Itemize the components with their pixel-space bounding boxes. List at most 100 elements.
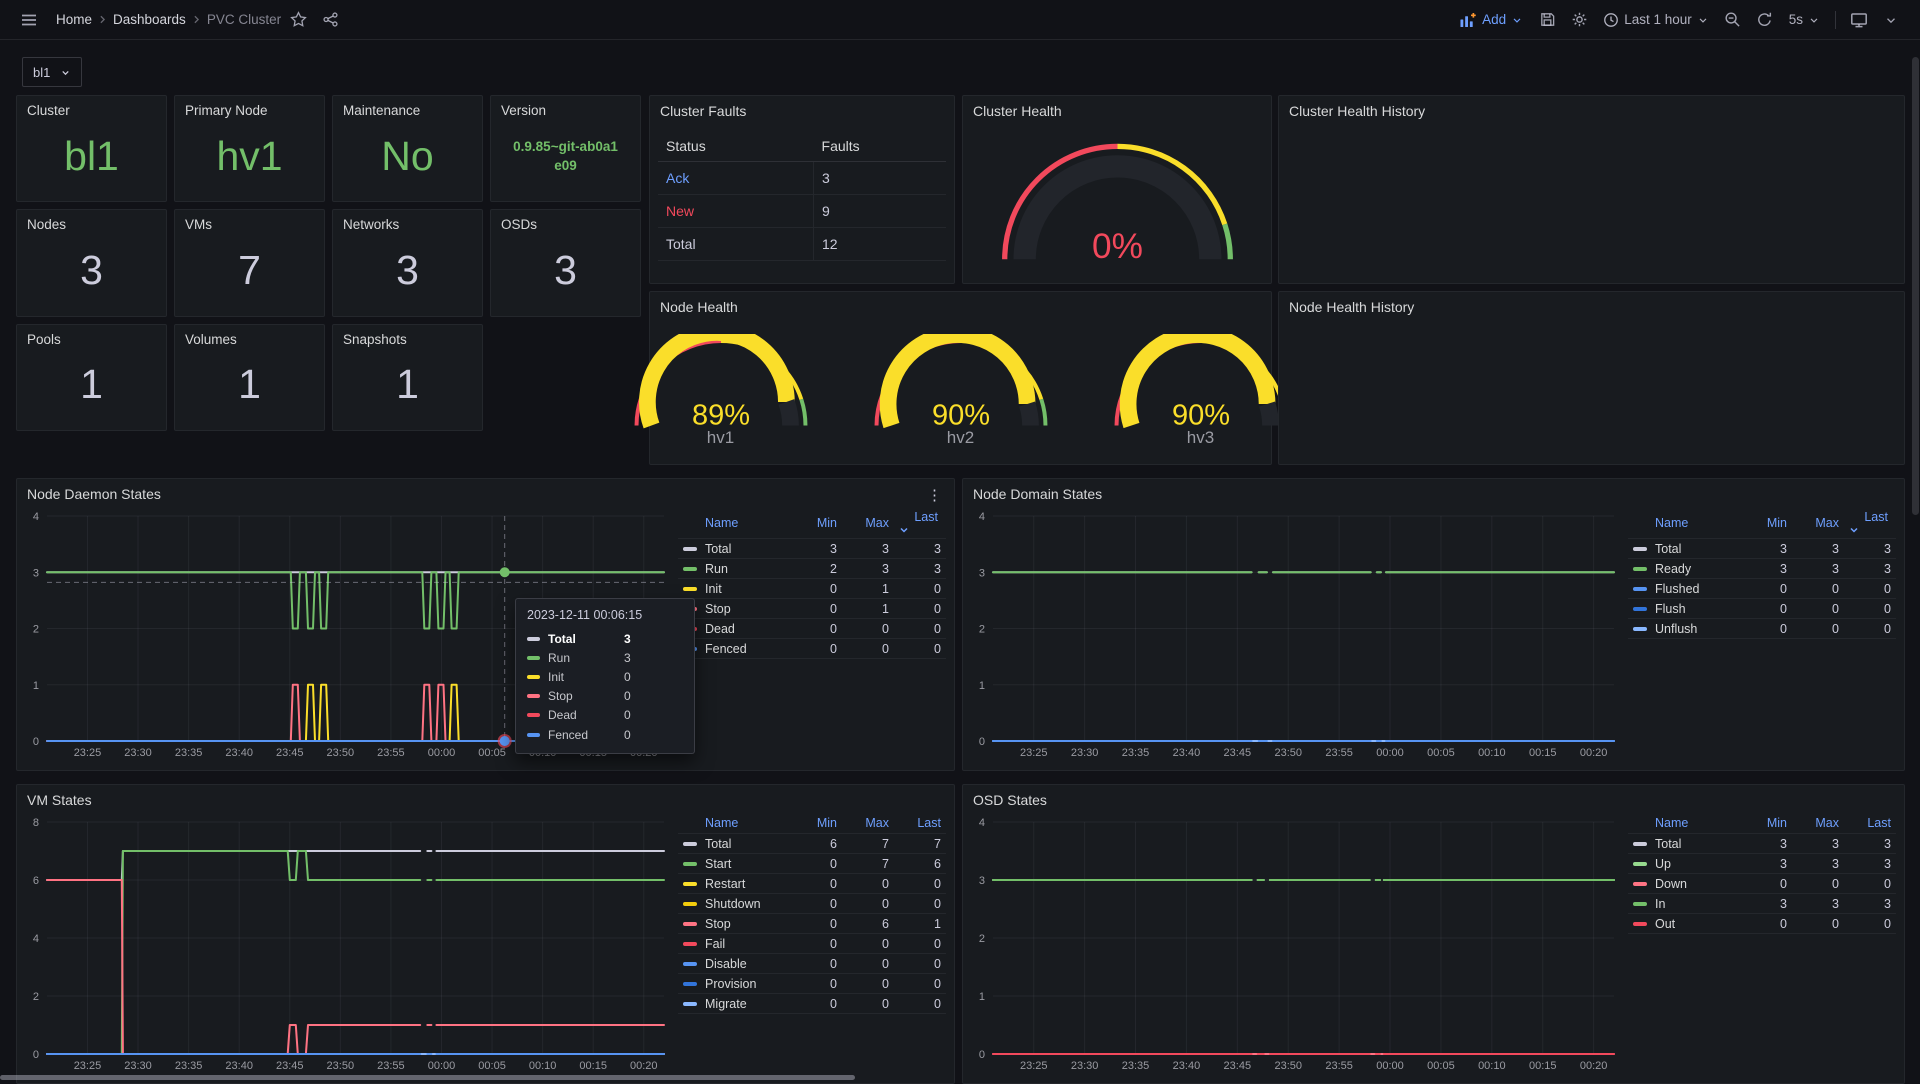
panel-menu-kebab-icon[interactable]: ⋮ — [923, 484, 946, 506]
zoom-out-time-button[interactable] — [1718, 5, 1748, 35]
favorite-star-button[interactable] — [283, 5, 313, 35]
legend-max-value: 0 — [842, 619, 894, 639]
legend-col-min[interactable]: Min — [790, 814, 842, 834]
legend-last-value: 0 — [1844, 914, 1896, 934]
legend-col-min[interactable]: Min — [1740, 814, 1792, 834]
legend-series-name[interactable]: Stop — [678, 914, 790, 934]
legend-col-name[interactable]: Name — [678, 508, 790, 539]
legend-row-restart: Restart000 — [678, 874, 946, 894]
stat-title: Version — [501, 103, 630, 118]
legend-series-name[interactable]: Total — [678, 834, 790, 854]
svg-text:1: 1 — [33, 680, 39, 692]
vertical-scrollbar-thumb[interactable] — [1912, 57, 1919, 515]
stat-value: 1 — [27, 347, 156, 423]
svg-text:23:30: 23:30 — [124, 747, 152, 759]
legend-series-name[interactable]: Start — [678, 854, 790, 874]
chevron-right-icon — [190, 13, 203, 26]
legend-col-last[interactable]: Last — [894, 508, 946, 539]
stat-value: hv1 — [185, 118, 314, 194]
legend-series-name[interactable]: Fail — [678, 934, 790, 954]
sort-chevron-icon — [1849, 525, 1891, 535]
series-color-swatch — [527, 713, 540, 717]
refresh-interval-picker[interactable]: 5s — [1782, 8, 1827, 31]
legend-series-name[interactable]: Shutdown — [678, 894, 790, 914]
legend-col-min[interactable]: Min — [1740, 508, 1792, 539]
legend-series-name[interactable]: Ready — [1628, 559, 1740, 579]
legend-series-name[interactable]: Migrate — [678, 994, 790, 1014]
legend-col-max[interactable]: Max — [842, 508, 894, 539]
breadcrumb-dashboards[interactable]: Dashboards — [113, 12, 186, 27]
legend-row-fail: Fail000 — [678, 934, 946, 954]
legend-series-name[interactable]: Total — [1628, 539, 1740, 559]
legend-col-last[interactable]: Last — [1844, 814, 1896, 834]
breadcrumb-home[interactable]: Home — [56, 12, 92, 27]
menu-toggle-button[interactable] — [14, 5, 44, 35]
legend-last-value: 0 — [1844, 874, 1896, 894]
svg-text:6: 6 — [33, 875, 39, 887]
legend-col-last[interactable]: Last — [1844, 508, 1896, 539]
legend-min-value: 3 — [1740, 539, 1792, 559]
svg-text:23:45: 23:45 — [276, 747, 304, 759]
legend-series-name[interactable]: Total — [678, 539, 790, 559]
faults-col-status: Status — [658, 131, 814, 162]
legend-col-name[interactable]: Name — [1628, 508, 1740, 539]
legend-series-name[interactable]: Flush — [1628, 599, 1740, 619]
legend-min-value: 0 — [790, 579, 842, 599]
legend-col-last[interactable]: Last — [894, 814, 946, 834]
dashboard-settings-button[interactable] — [1564, 5, 1594, 35]
series-color-swatch — [683, 842, 697, 846]
time-range-picker[interactable]: Last 1 hour — [1596, 8, 1716, 32]
osd-states-chart[interactable]: 0123423:2523:3023:3523:4023:4523:5023:55… — [967, 812, 1620, 1076]
stat-title: Pools — [27, 332, 156, 347]
legend-series-name[interactable]: Up — [1628, 854, 1740, 874]
save-dashboard-button[interactable] — [1532, 5, 1562, 35]
tv-mode-button[interactable] — [1844, 5, 1874, 35]
stat-title: Nodes — [27, 217, 156, 232]
legend-series-name[interactable]: Run — [678, 559, 790, 579]
legend-series-name[interactable]: Provision — [678, 974, 790, 994]
panel-title: VM States — [17, 785, 954, 812]
variable-dropdown[interactable]: bl1 — [22, 57, 82, 87]
stat-panel-version: Version0.9.85~git-ab0a1e09 — [490, 95, 641, 202]
legend-series-name[interactable]: Out — [1628, 914, 1740, 934]
series-color-swatch — [683, 587, 697, 591]
horizontal-scrollbar-thumb[interactable] — [0, 1075, 855, 1080]
legend-series-name[interactable]: Init — [678, 579, 790, 599]
legend-max-value: 1 — [842, 599, 894, 619]
add-panel-button[interactable]: Add — [1452, 8, 1530, 32]
svg-text:23:40: 23:40 — [225, 747, 253, 759]
legend-col-min[interactable]: Min — [790, 508, 842, 539]
legend-row-flush: Flush000 — [1628, 599, 1896, 619]
share-icon — [322, 11, 339, 28]
svg-text:00:05: 00:05 — [478, 747, 506, 759]
legend-series-name[interactable]: Total — [1628, 834, 1740, 854]
legend-col-max[interactable]: Max — [1792, 508, 1844, 539]
legend-series-name[interactable]: Down — [1628, 874, 1740, 894]
legend-min-value: 0 — [790, 934, 842, 954]
legend-series-name[interactable]: Flushed — [1628, 579, 1740, 599]
legend-series-name[interactable]: Restart — [678, 874, 790, 894]
legend-col-name[interactable]: Name — [678, 814, 790, 834]
legend-col-max[interactable]: Max — [1792, 814, 1844, 834]
navbar-more-button[interactable] — [1876, 5, 1906, 35]
svg-text:0%: 0% — [1092, 227, 1143, 266]
stat-panel-cluster: Clusterbl1 — [16, 95, 167, 202]
legend-col-name[interactable]: Name — [1628, 814, 1740, 834]
legend-col-max[interactable]: Max — [842, 814, 894, 834]
legend-series-name[interactable]: Unflush — [1628, 619, 1740, 639]
stat-value: 1 — [343, 347, 472, 423]
legend-max-value: 0 — [842, 894, 894, 914]
tooltip-row-init: Init0 — [527, 667, 683, 686]
legend-series-name[interactable]: Disable — [678, 954, 790, 974]
svg-text:23:35: 23:35 — [1122, 747, 1150, 759]
node-domain-states-chart[interactable]: 0123423:2523:3023:3523:4023:4523:5023:55… — [967, 506, 1620, 763]
svg-text:3: 3 — [33, 567, 39, 579]
legend-row-unflush: Unflush000 — [1628, 619, 1896, 639]
refresh-button[interactable] — [1750, 5, 1780, 35]
svg-text:23:30: 23:30 — [1071, 747, 1099, 759]
vm-states-chart[interactable]: 0246823:2523:3023:3523:4023:4523:5023:55… — [21, 812, 670, 1076]
legend-series-name[interactable]: In — [1628, 894, 1740, 914]
svg-text:3: 3 — [979, 567, 985, 579]
share-button[interactable] — [315, 5, 345, 35]
legend-max-value: 0 — [842, 639, 894, 659]
